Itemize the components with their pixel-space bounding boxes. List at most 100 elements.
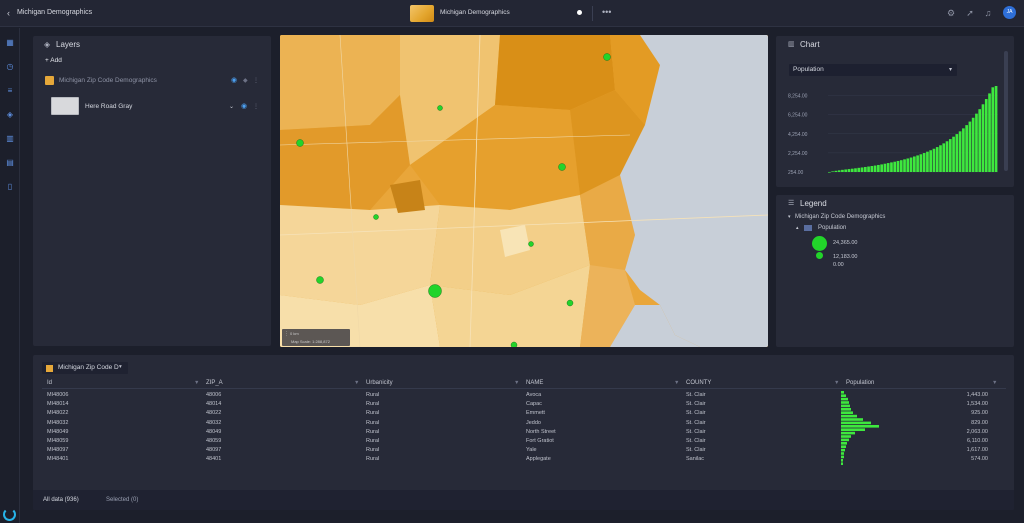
histogram-bar[interactable]	[968, 121, 972, 172]
histogram-bar[interactable]	[877, 164, 880, 172]
column-header[interactable]: NAME	[526, 380, 543, 386]
histogram-bar[interactable]	[834, 170, 838, 172]
table-cell: 48059	[206, 438, 222, 444]
filter-icon[interactable]: ▼	[834, 380, 839, 386]
filter-icon[interactable]: ▼	[992, 380, 997, 386]
histogram-bar[interactable]	[978, 109, 982, 172]
layer-menu-icon[interactable]: ⋮	[253, 77, 259, 84]
histogram-bar[interactable]	[958, 131, 962, 172]
histogram-bar[interactable]	[890, 162, 893, 172]
histogram-bar[interactable]	[909, 157, 913, 172]
table-icon[interactable]: ▤	[5, 158, 15, 168]
histogram-bar[interactable]	[955, 134, 959, 172]
histogram-bar[interactable]	[975, 113, 978, 172]
histogram-bar[interactable]	[971, 117, 975, 172]
histogram-bar[interactable]	[899, 160, 903, 172]
histogram-bar[interactable]	[893, 161, 897, 172]
layer-menu-icon[interactable]: ⋮	[253, 103, 259, 110]
histogram-bar[interactable]	[952, 136, 955, 172]
visibility-eye-icon[interactable]: ◉	[231, 76, 237, 84]
more-options-icon[interactable]: •••	[602, 7, 611, 17]
histogram-bar[interactable]	[984, 99, 988, 172]
histogram-bar[interactable]	[994, 86, 998, 172]
mini-histogram-bar	[841, 455, 844, 459]
histogram-bar[interactable]	[919, 154, 923, 172]
layers-panel: ◈ Layers + Add Michigan Zip Code Demogra…	[33, 36, 271, 346]
histogram-bar[interactable]	[962, 128, 965, 172]
filter-icon[interactable]: ▼	[194, 380, 199, 386]
chevron-down-icon[interactable]: ⌄	[229, 103, 234, 110]
filter-icon[interactable]: ▼	[514, 380, 519, 386]
map-title[interactable]: Michigan Demographics	[440, 9, 510, 16]
histogram-bar[interactable]	[883, 163, 887, 172]
map-canvas[interactable]	[280, 35, 768, 347]
settings-icon[interactable]: ⚙	[946, 8, 956, 18]
histogram-bar[interactable]	[863, 166, 867, 172]
histogram-bar[interactable]	[841, 169, 844, 172]
back-chevron-icon[interactable]: ‹	[7, 8, 10, 18]
chart-field-dropdown[interactable]: Population ▾	[789, 64, 957, 76]
histogram-bar[interactable]	[903, 159, 906, 172]
population-histogram[interactable]: 8,254.00 6,254.00 4,254.00 2,254.00 254.00	[776, 80, 1014, 180]
notification-bell-icon[interactable]: ♫	[983, 8, 993, 18]
add-layer-button[interactable]: + Add	[45, 57, 62, 64]
histogram-bar[interactable]	[870, 166, 874, 172]
histogram-bar[interactable]	[935, 147, 939, 172]
histogram-bar[interactable]	[831, 171, 834, 172]
histogram-bar[interactable]	[965, 125, 968, 172]
histogram-bar[interactable]	[942, 143, 946, 172]
histogram-bar[interactable]	[945, 141, 949, 172]
filter-icon[interactable]: ▼	[674, 380, 679, 386]
histogram-bar[interactable]	[981, 104, 985, 172]
filter-icon[interactable]: ▼	[354, 380, 359, 386]
histogram-bar[interactable]	[880, 164, 883, 172]
histogram-bar[interactable]	[837, 170, 841, 172]
table-layer-selector[interactable]: Michigan Zip Code D ▾	[42, 362, 128, 374]
histogram-bar[interactable]	[860, 167, 864, 172]
column-header[interactable]: ZIP_A	[206, 380, 223, 386]
layers-icon[interactable]: ◈	[5, 110, 15, 120]
share-icon[interactable]: ➚	[965, 8, 975, 18]
map-view[interactable]	[280, 35, 768, 347]
histogram-bar[interactable]	[948, 139, 952, 172]
histogram-bar[interactable]	[896, 160, 900, 172]
histogram-bar[interactable]	[916, 155, 919, 172]
histogram-bar[interactable]	[939, 145, 942, 172]
histogram-bar[interactable]	[850, 168, 854, 172]
visibility-eye-icon[interactable]: ◉	[241, 102, 247, 110]
avatar[interactable]: JA	[1003, 6, 1016, 19]
tab-selected[interactable]: Selected (0)	[106, 497, 138, 503]
histogram-bar[interactable]	[932, 148, 936, 172]
histogram-bar[interactable]	[854, 168, 857, 172]
histogram-bar[interactable]	[922, 153, 926, 172]
book-icon[interactable]: ▯	[5, 182, 15, 192]
column-header[interactable]: Id	[47, 380, 52, 386]
collapse-caret-icon[interactable]: ▴	[796, 225, 799, 231]
style-icon[interactable]: ◆	[243, 77, 248, 84]
histogram-bar[interactable]	[847, 169, 851, 172]
column-header[interactable]: Urbanicity	[366, 380, 393, 386]
drag-handle-icon[interactable]: ⋮	[284, 331, 289, 337]
histogram-bar[interactable]	[926, 151, 929, 172]
chart-scrollbar[interactable]	[1004, 51, 1008, 171]
histogram-bar[interactable]	[906, 158, 910, 172]
histogram-bar[interactable]	[844, 169, 848, 172]
histogram-bar[interactable]	[929, 150, 933, 172]
histogram-bar[interactable]	[867, 166, 870, 172]
histogram-bar[interactable]	[886, 163, 890, 172]
map-icon[interactable]: ▦	[5, 38, 15, 48]
histogram-bar[interactable]	[913, 156, 916, 172]
histogram-bar[interactable]	[857, 167, 861, 172]
histogram-bar[interactable]	[873, 165, 877, 172]
chart-icon[interactable]: ▥	[5, 134, 15, 144]
tab-all-data[interactable]: All data (936)	[43, 497, 79, 503]
history-icon[interactable]: ◷	[5, 62, 15, 72]
histogram-bar[interactable]	[991, 87, 995, 172]
histogram-bar[interactable]	[828, 172, 831, 173]
list-icon[interactable]: ≡	[5, 86, 15, 96]
column-header[interactable]: COUNTY	[686, 380, 711, 386]
app-title[interactable]: Michigan Demographics	[17, 9, 92, 16]
histogram-bar[interactable]	[988, 93, 991, 172]
column-header[interactable]: Population	[846, 380, 874, 386]
collapse-caret-icon[interactable]: ▾	[788, 214, 791, 220]
